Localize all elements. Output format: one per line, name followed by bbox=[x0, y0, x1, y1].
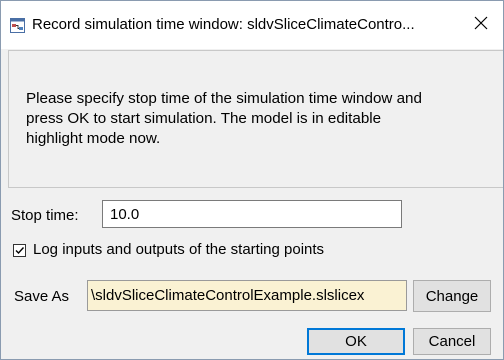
log-inputs-outputs-checkbox[interactable] bbox=[13, 243, 26, 257]
cancel-button[interactable]: Cancel bbox=[413, 328, 491, 355]
ok-button[interactable]: OK bbox=[307, 328, 405, 355]
save-as-path-input[interactable] bbox=[87, 280, 407, 311]
checkmark-icon bbox=[15, 246, 25, 254]
dialog-title: Record simulation time window: sldvSlice… bbox=[32, 16, 415, 33]
close-button[interactable] bbox=[459, 1, 503, 45]
simulink-model-icon bbox=[10, 18, 25, 33]
stop-time-input[interactable] bbox=[102, 200, 402, 228]
save-as-label: Save As bbox=[14, 288, 70, 305]
stop-time-label: Stop time: bbox=[11, 207, 79, 224]
record-simulation-dialog: Record simulation time window: sldvSlice… bbox=[0, 0, 504, 360]
log-inputs-outputs-label: Log inputs and outputs of the starting p… bbox=[33, 241, 325, 258]
title-bar[interactable]: Record simulation time window: sldvSlice… bbox=[1, 1, 503, 49]
instruction-message: Please specify stop time of the simulati… bbox=[26, 90, 422, 147]
change-button[interactable]: Change bbox=[413, 280, 491, 312]
message-panel: Please specify stop time of the simulati… bbox=[8, 50, 503, 188]
log-inputs-outputs-option[interactable]: Log inputs and outputs of the starting p… bbox=[13, 241, 324, 259]
close-icon bbox=[474, 16, 488, 30]
